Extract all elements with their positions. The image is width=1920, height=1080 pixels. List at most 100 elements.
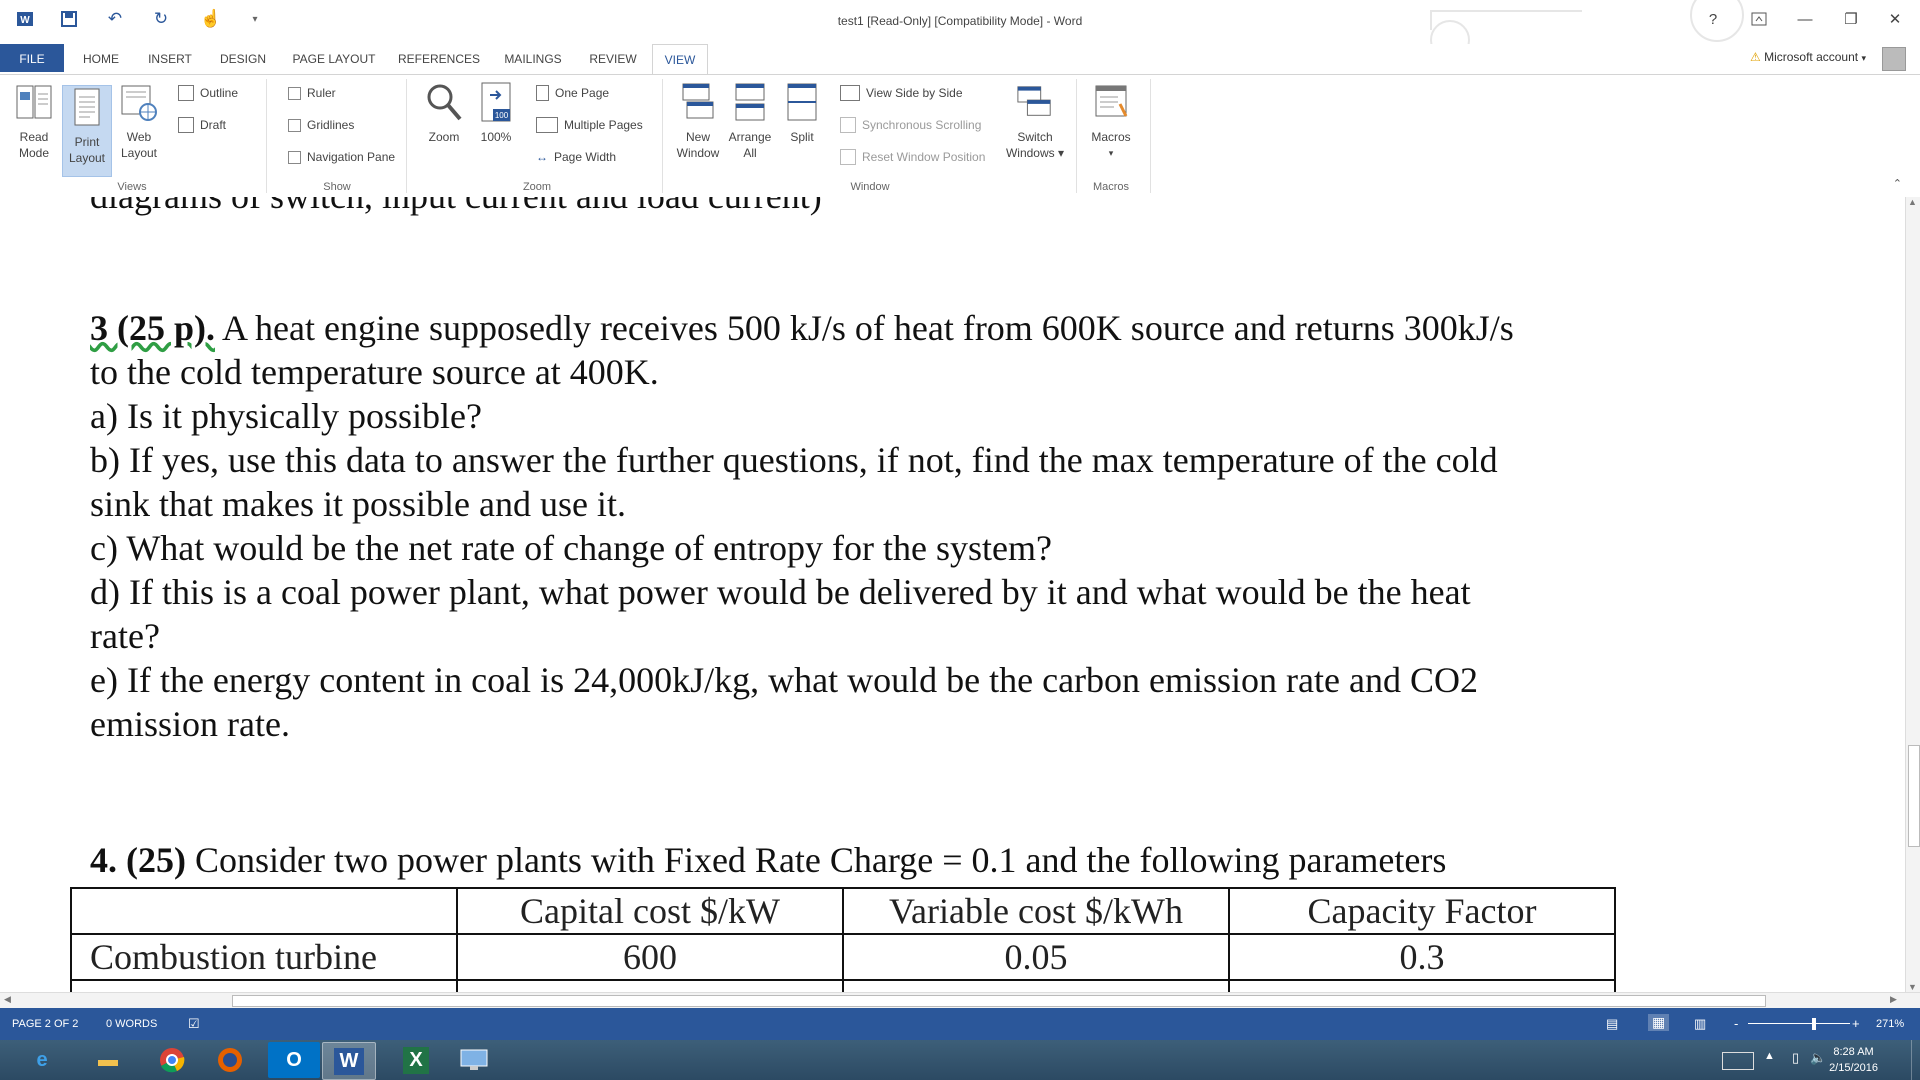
show-hidden-icons-icon[interactable]: ▲ — [1764, 1050, 1775, 1062]
web-layout-button[interactable]: Web Layout — [114, 81, 164, 161]
tab-review[interactable]: REVIEW — [582, 44, 644, 72]
read-mode-view-icon[interactable]: ▤ — [1606, 1016, 1618, 1032]
taskbar: e ▬ O W X ▲ ▯ 🔈 8:28 AM 2/15/2016 — [0, 1040, 1920, 1080]
table-cell — [842, 979, 1230, 992]
close-button[interactable]: ✕ — [1882, 8, 1908, 30]
new-window-label: Window — [676, 146, 720, 160]
tab-insert[interactable]: INSERT — [140, 44, 200, 72]
show-desktop-button[interactable] — [1911, 1040, 1920, 1080]
tab-file[interactable]: FILE — [0, 44, 64, 72]
zoom-out-button[interactable]: - — [1734, 1016, 1738, 1031]
zoom-in-button[interactable]: + — [1852, 1016, 1860, 1031]
horizontal-scrollbar[interactable]: ◀ ▶ — [0, 992, 1920, 1009]
tab-mailings[interactable]: MAILINGS — [496, 44, 570, 72]
excel-icon[interactable]: X — [390, 1042, 442, 1078]
view-side-by-side-button[interactable]: View Side by Side — [840, 83, 963, 103]
draft-button[interactable]: Draft — [178, 115, 226, 135]
checkbox-icon — [288, 118, 301, 132]
clock-date: 2/15/2016 — [1829, 1062, 1878, 1074]
cutoff-text-line: diagrams of switch, input current and lo… — [90, 197, 822, 217]
multiple-pages-button[interactable]: Multiple Pages — [536, 115, 643, 135]
print-layout-view-icon[interactable]: ▦ — [1648, 1014, 1670, 1031]
system-clock[interactable]: 8:28 AM 2/15/2016 — [1829, 1044, 1878, 1076]
outline-icon — [178, 85, 194, 101]
battery-icon[interactable]: ▯ — [1792, 1050, 1799, 1066]
page-width-icon: ↔ — [536, 150, 548, 164]
arrange-all-label: All — [743, 146, 757, 160]
document-area[interactable]: diagrams of switch, input current and lo… — [0, 197, 1905, 992]
volume-icon[interactable]: 🔈 — [1810, 1050, 1826, 1066]
read-mode-button[interactable]: Read Mode — [6, 81, 62, 161]
page-width-button[interactable]: ↔ Page Width — [536, 147, 616, 167]
new-window-label: New — [685, 130, 710, 144]
question-3-line: b) If yes, use this data to answer the f… — [90, 440, 1498, 480]
internet-explorer-icon[interactable]: e — [16, 1042, 68, 1078]
gridlines-checkbox[interactable]: Gridlines — [288, 115, 354, 135]
word-taskbar-icon[interactable]: W — [322, 1042, 376, 1080]
restore-button[interactable]: ❐ — [1838, 8, 1864, 30]
new-window-button[interactable]: New Window — [672, 81, 724, 161]
zoom-slider[interactable] — [1748, 1023, 1850, 1024]
multiple-pages-label: Multiple Pages — [564, 118, 643, 132]
outlook-icon[interactable]: O — [268, 1042, 320, 1078]
switch-windows-icon — [1016, 81, 1054, 123]
warning-icon: ⚠ — [1749, 50, 1761, 64]
reset-window-position-button[interactable]: Reset Window Position — [840, 147, 985, 167]
vertical-scrollbar[interactable]: ▲ ▼ — [1905, 197, 1920, 992]
word-count[interactable]: 0 WORDS — [106, 1018, 157, 1030]
collapse-ribbon-icon[interactable]: ⌃ — [1893, 177, 1902, 190]
web-layout-label: Web — [126, 130, 152, 144]
tab-view[interactable]: VIEW — [652, 44, 708, 76]
web-layout-view-icon[interactable]: ▥ — [1694, 1016, 1706, 1032]
switch-windows-button[interactable]: Switch Windows ▾ — [1000, 81, 1070, 161]
tab-page-layout[interactable]: PAGE LAYOUT — [286, 44, 382, 72]
page-count[interactable]: PAGE 2 OF 2 — [12, 1018, 78, 1030]
tab-design[interactable]: DESIGN — [210, 44, 276, 72]
question-3-line: emission rate. — [90, 704, 290, 744]
split-icon — [783, 81, 821, 123]
macros-button[interactable]: Macros ▾ — [1084, 81, 1138, 161]
navigation-pane-checkbox[interactable]: Navigation Pane — [288, 147, 395, 167]
proofing-icon[interactable]: ☑ — [188, 1016, 200, 1032]
scroll-up-icon[interactable]: ▲ — [1908, 197, 1917, 207]
question-3-line: d) If this is a coal power plant, what p… — [90, 572, 1471, 612]
scroll-right-icon[interactable]: ▶ — [1890, 994, 1897, 1005]
question-3-text: A heat engine supposedly receives 500 kJ… — [222, 308, 1514, 348]
zoom-level[interactable]: 271% — [1876, 1018, 1904, 1030]
question-3-line: a) Is it physically possible? — [90, 396, 482, 436]
multiple-pages-icon — [536, 117, 558, 133]
print-layout-button[interactable]: Print Layout — [62, 85, 112, 177]
vertical-scroll-thumb[interactable] — [1908, 745, 1920, 847]
remote-desktop-icon[interactable] — [448, 1042, 500, 1078]
account-menu[interactable]: ⚠ Microsoft account ▾ — [1750, 50, 1866, 64]
file-explorer-icon[interactable]: ▬ — [82, 1042, 134, 1078]
avatar[interactable] — [1882, 47, 1906, 71]
zoom-slider-thumb[interactable] — [1812, 1018, 1816, 1030]
zoom-group-label: Zoom — [522, 181, 552, 193]
tab-references[interactable]: REFERENCES — [396, 44, 482, 72]
scroll-left-icon[interactable]: ◀ — [4, 994, 11, 1005]
question-3-number: 3 (25 p). — [90, 308, 215, 348]
checkbox-icon — [288, 86, 301, 100]
horizontal-scroll-thumb[interactable] — [232, 995, 1766, 1007]
zoom-button[interactable]: Zoom — [418, 81, 470, 145]
keyboard-icon[interactable] — [1722, 1052, 1754, 1070]
help-button[interactable]: ? — [1700, 8, 1726, 30]
chrome-icon[interactable] — [146, 1042, 198, 1078]
ribbon-display-options-icon[interactable] — [1746, 8, 1772, 30]
parameters-table: Capital cost $/kW Variable cost $/kWh Ca… — [70, 887, 1616, 992]
read-mode-label: Mode — [18, 146, 50, 160]
tab-home[interactable]: HOME — [72, 44, 130, 72]
outline-button[interactable]: Outline — [178, 83, 238, 103]
ruler-checkbox[interactable]: Ruler — [288, 83, 336, 103]
one-page-button[interactable]: One Page — [536, 83, 609, 103]
zoom-100-button[interactable]: 100 100% — [472, 81, 520, 145]
web-layout-icon — [120, 81, 158, 123]
outline-label: Outline — [200, 86, 239, 100]
synchronous-scrolling-button[interactable]: Synchronous Scrolling — [840, 115, 981, 135]
firefox-icon[interactable] — [204, 1042, 256, 1078]
arrange-all-button[interactable]: Arrange All — [726, 81, 774, 161]
minimize-button[interactable]: — — [1792, 8, 1818, 30]
split-button[interactable]: Split — [778, 81, 826, 145]
scroll-down-icon[interactable]: ▼ — [1908, 982, 1917, 992]
